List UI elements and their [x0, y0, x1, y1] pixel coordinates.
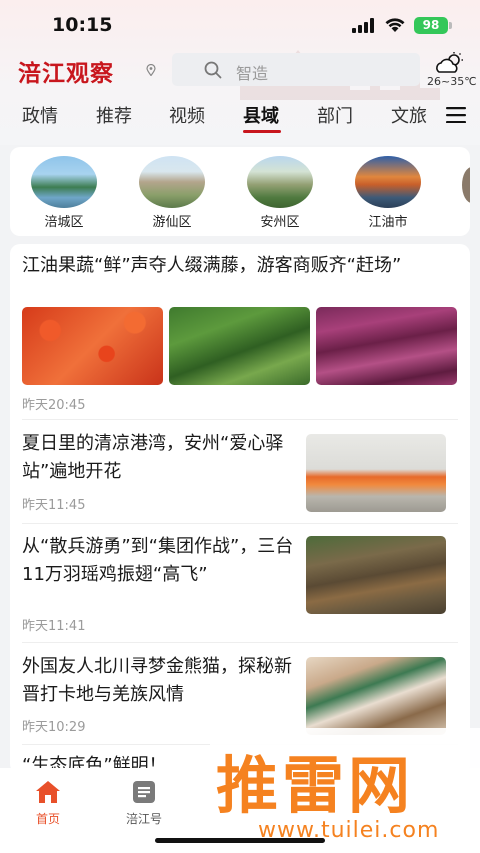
news-image-volunteers [306, 434, 446, 512]
region-jiangyou[interactable]: 江油市 [352, 156, 424, 230]
app-logo: 涪江观察 [18, 60, 114, 87]
tab-county[interactable]: 县域 [243, 102, 279, 128]
battery-level: 98 [422, 18, 440, 32]
region-thumbnail [139, 156, 205, 208]
home-indicator [155, 838, 325, 843]
region-anzhou[interactable]: 安州区 [244, 156, 316, 230]
region-thumbnail-partial [462, 167, 470, 203]
news-item[interactable]: 外国友人北川寻梦金熊猫，探秘新晋打卡地与羌族风情 [22, 653, 302, 709]
news-time: 昨天20:45 [22, 398, 86, 413]
search-box[interactable]: 智造 [172, 53, 420, 86]
search-icon [204, 61, 222, 79]
divider [22, 523, 458, 524]
tab-culture-tourism[interactable]: 文旅 [391, 102, 427, 128]
news-time: 昨天11:45 [22, 498, 86, 513]
tab-recommend[interactable]: 推荐 [96, 102, 132, 128]
weather-cloud-sun-icon[interactable] [433, 52, 467, 74]
region-label: 安州区 [260, 215, 300, 230]
news-title: 江油果蔬“鲜”声夺人缀满藤，游客商贩齐“赶场” [22, 255, 402, 276]
active-tab-indicator [243, 130, 281, 133]
region-youxian[interactable]: 游仙区 [136, 156, 208, 230]
region-label: 涪城区 [44, 215, 84, 230]
news-time: 昨天10:29 [22, 720, 86, 735]
weather-temperature: 26~35℃ [427, 75, 477, 88]
news-item[interactable]: 夏日里的清凉港湾，安州“爱心驿站”遍地开花 [22, 430, 302, 486]
news-image-beans [316, 307, 457, 385]
cellular-signal-icon [352, 18, 374, 33]
battery-indicator: 98 [414, 17, 448, 34]
status-bar: 10:15 98 [0, 0, 480, 52]
location-pin-icon[interactable] [146, 64, 156, 76]
menu-icon[interactable] [446, 107, 466, 123]
search-placeholder: 智造 [236, 64, 269, 83]
news-image-vines [169, 307, 310, 385]
tab-departments[interactable]: 部门 [317, 102, 353, 128]
news-item[interactable]: 江油果蔬“鲜”声夺人缀满藤，游客商贩齐“赶场” [22, 252, 458, 280]
channel-tabs: 政情 推荐 视频 县域 部门 文旅 [0, 100, 480, 134]
battery-tip [449, 22, 452, 29]
region-thumbnail [355, 156, 421, 208]
region-list: 涪城区 游仙区 安州区 江油市 [10, 147, 470, 236]
news-time: 昨天11:41 [22, 619, 86, 634]
news-title: 从“散兵游勇”到“集团作战”，三台11万羽瑶鸡振翅“高飞” [22, 536, 294, 585]
tab-politics[interactable]: 政情 [22, 102, 58, 128]
nav-home[interactable]: 首页 [18, 780, 78, 827]
news-image-chickens [306, 536, 446, 614]
region-fucheng[interactable]: 涪城区 [28, 156, 100, 230]
news-title: 外国友人北川寻梦金熊猫，探秘新晋打卡地与羌族风情 [22, 656, 292, 705]
news-item[interactable]: 从“散兵游勇”到“集团作战”，三台11万羽瑶鸡振翅“高飞” [22, 533, 302, 589]
divider [22, 642, 458, 643]
account-list-icon [133, 781, 155, 803]
region-label: 江油市 [368, 215, 408, 230]
nav-label: 涪江号 [125, 812, 162, 826]
nav-label: 首页 [35, 812, 60, 826]
news-image-visitors [306, 657, 446, 735]
tab-video[interactable]: 视频 [169, 102, 205, 128]
region-thumbnail [31, 156, 97, 208]
region-thumbnail [247, 156, 313, 208]
home-icon [36, 781, 60, 803]
divider [22, 419, 458, 420]
wifi-icon [385, 18, 405, 32]
status-time: 10:15 [52, 14, 113, 36]
nav-fujiang-account[interactable]: 涪江号 [114, 780, 174, 827]
news-image-tomatoes [22, 307, 163, 385]
news-list: 江油果蔬“鲜”声夺人缀满藤，游客商贩齐“赶场” 昨天20:45 夏日里的清凉港湾… [10, 244, 470, 774]
news-title: 夏日里的清凉港湾，安州“爱心驿站”遍地开花 [22, 433, 284, 482]
region-label: 游仙区 [152, 215, 192, 230]
watermark-text: 推雷网 [216, 749, 415, 822]
